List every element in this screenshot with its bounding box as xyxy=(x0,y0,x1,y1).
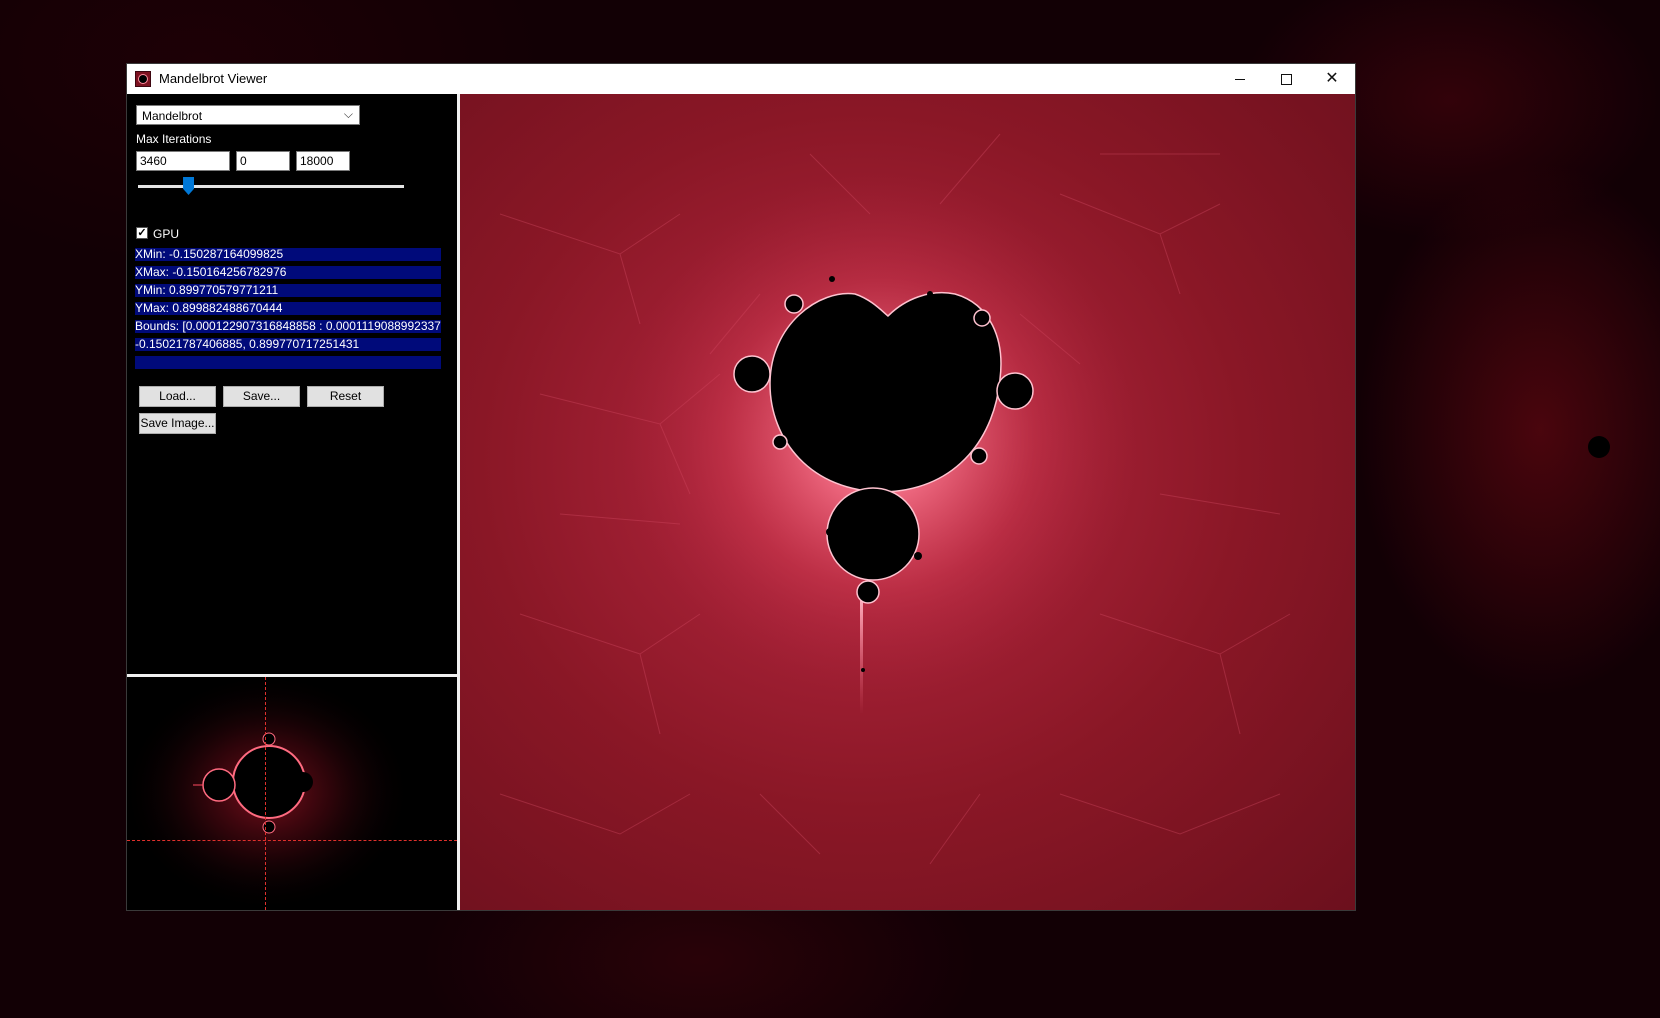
desktop-fractal-blob xyxy=(1588,436,1610,458)
maximize-icon xyxy=(1280,73,1292,85)
fractal-type-value: Mandelbrot xyxy=(142,109,203,123)
load-button[interactable]: Load... xyxy=(139,386,216,407)
max-iterations-label: Max Iterations xyxy=(136,132,212,146)
iterations-slider-thumb[interactable] xyxy=(183,177,195,195)
xmax-readout: XMax: -0.150164256782976 xyxy=(135,266,441,279)
minimize-button[interactable] xyxy=(1217,64,1263,94)
window-title: Mandelbrot Viewer xyxy=(159,71,268,86)
overview-preview[interactable] xyxy=(127,677,457,910)
fractal-type-dropdown[interactable]: Mandelbrot ⌵ xyxy=(136,105,360,125)
title-bar[interactable]: Mandelbrot Viewer ✕ xyxy=(127,64,1355,94)
maximize-button[interactable] xyxy=(1263,64,1309,94)
cursor-coordinates: -0.15021787406885, 0.899770717251431 xyxy=(135,338,441,351)
save-button[interactable]: Save... xyxy=(223,386,300,407)
app-icon xyxy=(135,71,151,87)
control-panel: Mandelbrot ⌵ Max Iterations 3460 0 18000… xyxy=(127,94,457,674)
bounds-readout: Bounds: [0.000122907316848858 : 0.000111… xyxy=(135,320,441,333)
ymax-readout: YMax: 0.899882488670444 xyxy=(135,302,441,315)
gpu-checkbox[interactable]: ✓ xyxy=(136,227,148,239)
chevron-down-icon: ⌵ xyxy=(343,107,353,121)
close-button[interactable]: ✕ xyxy=(1309,64,1355,94)
gpu-label: GPU xyxy=(153,227,180,241)
xmin-readout: XMin: -0.150287164099825 xyxy=(135,248,441,261)
crosshair-horizontal xyxy=(127,840,457,841)
close-icon: ✕ xyxy=(1325,70,1339,87)
iterations-input[interactable]: 3460 xyxy=(136,151,230,171)
crosshair-vertical xyxy=(265,677,266,910)
iterations-slider-track[interactable] xyxy=(138,185,404,188)
reset-button[interactable]: Reset xyxy=(307,386,384,407)
empty-readout xyxy=(135,356,441,369)
minimize-icon xyxy=(1235,78,1245,80)
ymin-readout: YMin: 0.899770579771211 xyxy=(135,284,441,297)
fractal-image xyxy=(499,133,1291,865)
iterations-max-input[interactable]: 18000 xyxy=(296,151,350,171)
iterations-min-input[interactable]: 0 xyxy=(236,151,290,171)
app-window: Mandelbrot Viewer ✕ Mandelbrot ⌵ Max Ite… xyxy=(127,64,1355,910)
overview-fractal-image xyxy=(127,677,412,910)
fractal-render-view[interactable] xyxy=(460,94,1355,910)
save-image-button[interactable]: Save Image... xyxy=(139,413,216,434)
